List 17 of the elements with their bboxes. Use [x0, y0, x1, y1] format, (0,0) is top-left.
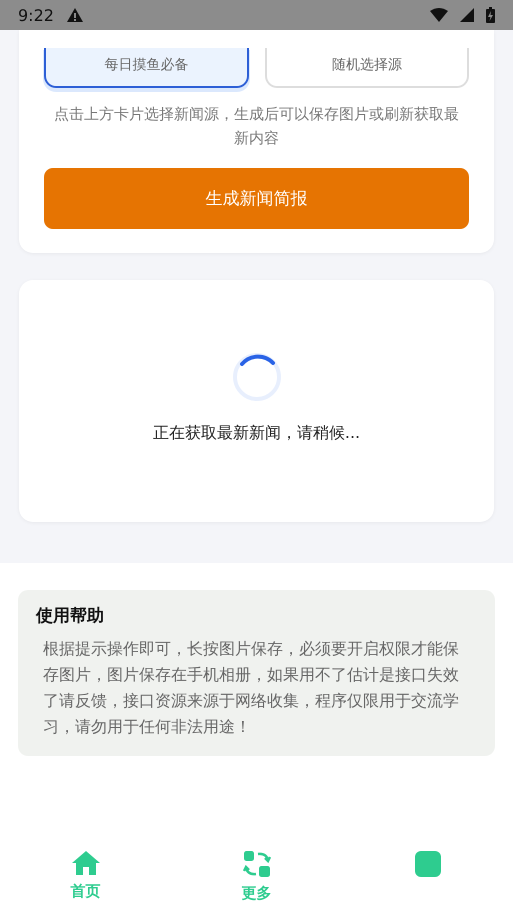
loading-spinner: [232, 352, 282, 402]
swap-grid-icon[interactable]: [242, 850, 270, 878]
help-text: 根据提示操作即可，长按图片保存，必须要开启权限才能保存图片，图片保存在手机相册，如果用不了估计是接口失效了请反馈，接口资源来源于网络收集，程序仅限用于交流学习，请勿用于任何非法用途！: [43, 638, 460, 738]
status-time: 9:22: [18, 6, 54, 24]
nav-tab[interactable]: 首页: [70, 880, 100, 902]
hint-text: 点击上方卡片选择新闻源，生成后可以保存图片或刷新获取最新内容: [53, 104, 460, 149]
generate-button[interactable]: 生成新闻简报: [44, 168, 469, 229]
signal-icon: [460, 8, 474, 22]
loading-message: 正在获取最新新闻，请稍候...: [152, 423, 360, 444]
square-icon[interactable]: [414, 850, 442, 878]
source-option-card[interactable]: 随机选择源: [264, 48, 469, 88]
wifi-icon: [430, 8, 448, 22]
battery-icon: [486, 7, 495, 23]
nav-tab[interactable]: 更多: [242, 882, 272, 904]
warning-icon: [66, 7, 84, 23]
home-icon[interactable]: [70, 850, 100, 876]
help-title: 使用帮助: [36, 605, 105, 628]
